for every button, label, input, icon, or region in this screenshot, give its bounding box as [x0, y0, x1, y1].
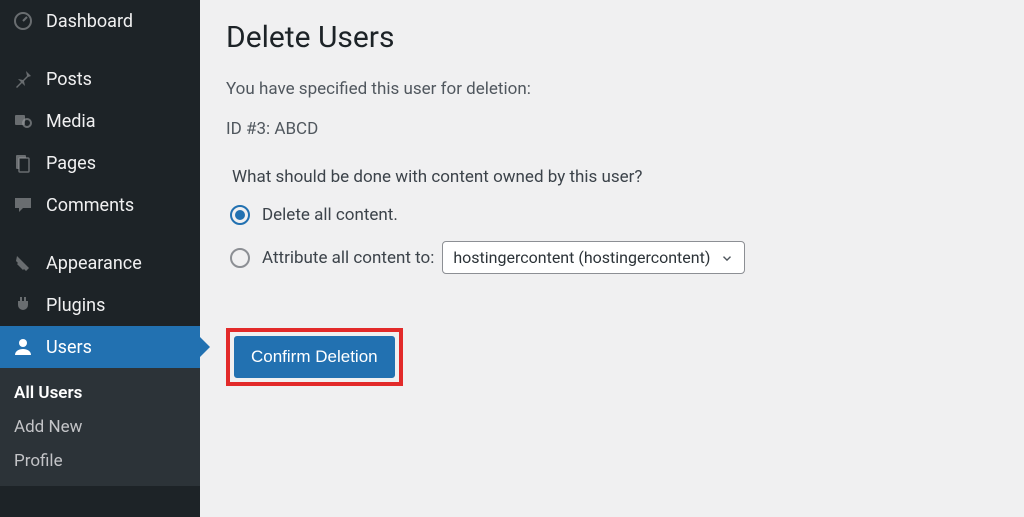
option-attribute-label: Attribute all content to: [262, 248, 434, 268]
dashboard-icon [12, 10, 34, 32]
sidebar-item-label: Users [46, 337, 92, 358]
sidebar-item-plugins[interactable]: Plugins [0, 284, 200, 326]
sidebar-item-label: Posts [46, 69, 92, 90]
radio-attribute[interactable] [230, 248, 250, 268]
sidebar-item-media[interactable]: Media [0, 100, 200, 142]
sidebar-sub-add-new[interactable]: Add New [0, 410, 200, 444]
plugins-icon [12, 294, 34, 316]
sidebar-submenu-users: All Users Add New Profile [0, 368, 200, 486]
content-question: What should be done with content owned b… [226, 167, 998, 187]
confirm-highlight-box: Confirm Deletion [226, 328, 403, 386]
intro-text: You have specified this user for deletio… [226, 79, 998, 99]
sidebar-item-pages[interactable]: Pages [0, 142, 200, 184]
radio-delete-all[interactable] [230, 205, 250, 225]
pin-icon [12, 68, 34, 90]
users-icon [12, 336, 34, 358]
sidebar-item-label: Media [46, 111, 96, 132]
option-delete-all[interactable]: Delete all content. [226, 205, 998, 225]
appearance-icon [12, 252, 34, 274]
sidebar-item-posts[interactable]: Posts [0, 58, 200, 100]
option-delete-label: Delete all content. [262, 205, 398, 225]
main-content: Delete Users You have specified this use… [200, 0, 1024, 517]
sidebar-item-appearance[interactable]: Appearance [0, 242, 200, 284]
pages-icon [12, 152, 34, 174]
sidebar-item-label: Dashboard [46, 11, 133, 32]
sidebar-item-dashboard[interactable]: Dashboard [0, 0, 200, 42]
user-id-line: ID #3: ABCD [226, 119, 998, 139]
sidebar-item-users[interactable]: Users [0, 326, 200, 368]
sidebar-sub-profile[interactable]: Profile [0, 444, 200, 478]
sidebar-item-label: Appearance [46, 253, 142, 274]
chevron-down-icon [720, 251, 734, 265]
media-icon [12, 110, 34, 132]
sidebar-sub-all-users[interactable]: All Users [0, 376, 200, 410]
sidebar-item-label: Plugins [46, 295, 105, 316]
confirm-deletion-button[interactable]: Confirm Deletion [234, 336, 395, 378]
comments-icon [12, 194, 34, 216]
sidebar-item-label: Comments [46, 195, 134, 216]
option-attribute[interactable]: Attribute all content to: hostingerconte… [226, 241, 998, 274]
admin-sidebar: Dashboard Posts Media Pages Comments App… [0, 0, 200, 517]
sidebar-item-comments[interactable]: Comments [0, 184, 200, 226]
attribute-user-select[interactable]: hostingercontent (hostingercontent) [442, 241, 745, 274]
page-title: Delete Users [226, 20, 998, 55]
sidebar-item-label: Pages [46, 153, 96, 174]
select-value: hostingercontent (hostingercontent) [453, 248, 710, 267]
